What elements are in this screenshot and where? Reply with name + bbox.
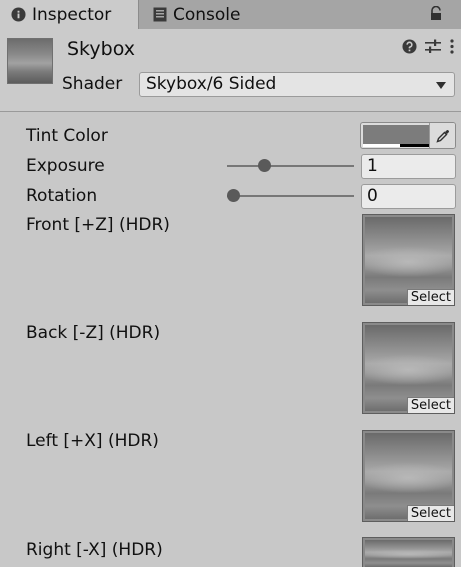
tint-color-field[interactable]: [360, 122, 456, 149]
texture-left-select-button[interactable]: Select: [406, 505, 454, 521]
texture-front-select-button[interactable]: Select: [406, 289, 454, 305]
tab-console[interactable]: Console: [139, 0, 279, 29]
material-title: Skybox: [67, 38, 135, 60]
rotation-slider-track[interactable]: [227, 195, 354, 197]
tint-color-swatch[interactable]: [363, 125, 430, 144]
dropdown-arrow-icon: [436, 82, 446, 89]
texture-front-slot[interactable]: Select: [362, 214, 455, 306]
console-icon: [153, 7, 167, 22]
texture-right-preview: [365, 540, 452, 567]
shader-dropdown[interactable]: Skybox/6 Sided: [139, 72, 455, 97]
tab-inspector[interactable]: Inspector: [0, 0, 139, 29]
lock-icon[interactable]: [429, 5, 443, 26]
tab-bar: Inspector Console: [0, 0, 461, 29]
material-header: Skybox Shader Skybox/6 Sided: [0, 29, 461, 112]
texture-left-slot[interactable]: Select: [362, 430, 455, 522]
texture-left-label: Left [+X] (HDR): [26, 431, 159, 451]
texture-back-label: Back [-Z] (HDR): [26, 323, 161, 343]
texture-back-slot[interactable]: Select: [362, 322, 455, 414]
exposure-input[interactable]: 1: [361, 154, 456, 179]
sliders-icon[interactable]: [425, 39, 441, 58]
texture-right-slot[interactable]: [362, 537, 455, 567]
tint-alpha-bar: [363, 144, 430, 147]
rotation-input[interactable]: 0: [361, 184, 456, 209]
material-preview-thumbnail: [7, 38, 53, 84]
exposure-slider-handle[interactable]: [258, 159, 272, 172]
eyedropper-icon[interactable]: [429, 123, 455, 148]
header-icons: [402, 39, 455, 58]
rotation-label: Rotation: [26, 186, 98, 206]
shader-label: Shader: [62, 74, 123, 94]
more-vertical-icon[interactable]: [449, 39, 455, 58]
rotation-slider-handle[interactable]: [226, 189, 240, 202]
help-icon[interactable]: [402, 39, 417, 58]
info-icon: [11, 7, 26, 22]
shader-dropdown-value: Skybox/6 Sided: [146, 74, 277, 94]
tint-color-label: Tint Color: [26, 126, 108, 146]
tab-inspector-label: Inspector: [32, 4, 112, 25]
tab-console-label: Console: [173, 4, 241, 25]
texture-right-label: Right [-X] (HDR): [26, 540, 163, 560]
exposure-label: Exposure: [26, 156, 105, 176]
exposure-slider-track[interactable]: [227, 165, 354, 167]
texture-front-label: Front [+Z] (HDR): [26, 215, 170, 235]
texture-back-select-button[interactable]: Select: [406, 397, 454, 413]
